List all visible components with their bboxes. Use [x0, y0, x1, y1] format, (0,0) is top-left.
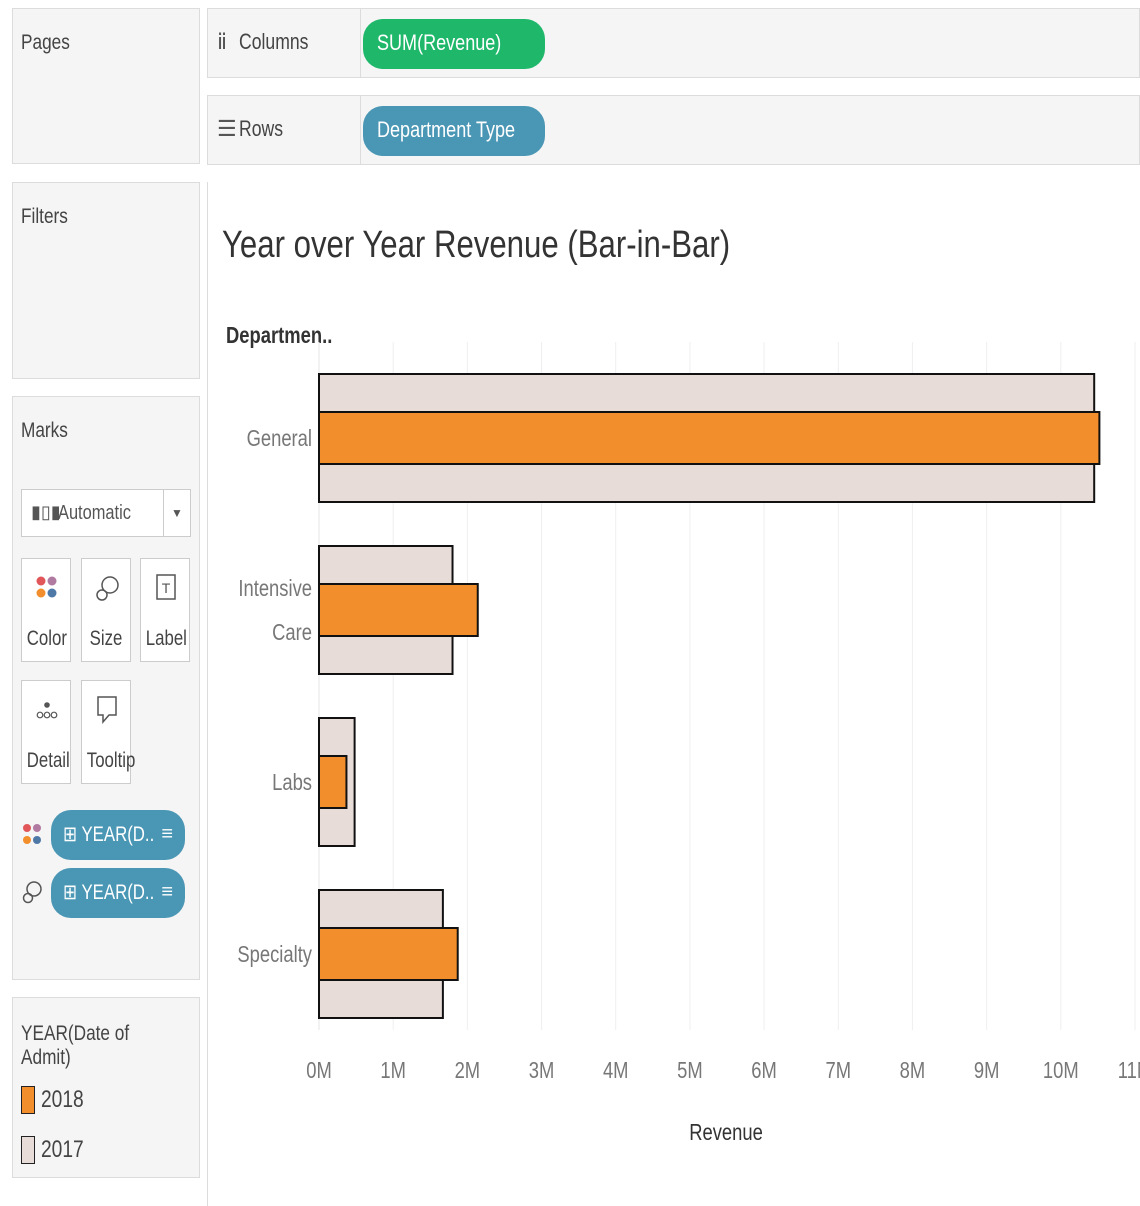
- size-label: Size: [89, 627, 123, 650]
- svg-text:T: T: [162, 580, 171, 596]
- color-legend-panel: YEAR(Date of Admit) 2018 2017: [12, 997, 200, 1178]
- x-tick-label: 11M: [1118, 1058, 1140, 1083]
- legend-swatch: [21, 1136, 35, 1164]
- x-tick-label: 3M: [529, 1058, 555, 1083]
- columns-label: Columns: [239, 29, 309, 54]
- x-tick-label: 2M: [455, 1058, 481, 1083]
- columns-icon: ⅱ: [217, 29, 228, 54]
- rows-shelf[interactable]: ☰ Rows Department Type: [207, 95, 1140, 165]
- color-field-text: ⊞ YEAR(D..: [63, 823, 155, 846]
- category-label: General: [247, 426, 312, 451]
- detail-label: Detail: [26, 749, 70, 772]
- label-button[interactable]: T Label: [140, 558, 190, 662]
- x-tick-label: 0M: [306, 1058, 332, 1083]
- tooltip-icon: [97, 696, 117, 725]
- rows-icon: ☰: [217, 116, 237, 141]
- size-field-pill[interactable]: ⊞ YEAR(D.. ≡: [51, 868, 185, 918]
- columns-shelf[interactable]: ⅱ Columns SUM(Revenue): [207, 8, 1140, 78]
- label-label: Label: [145, 627, 187, 650]
- color-dots-icon: [36, 576, 57, 598]
- rows-shelf-label: ☰ Rows: [208, 96, 361, 164]
- x-tick-label: 6M: [751, 1058, 777, 1083]
- x-tick-label: 5M: [677, 1058, 703, 1083]
- columns-shelf-label: ⅱ Columns: [208, 9, 361, 77]
- department-type-pill[interactable]: Department Type: [363, 106, 545, 156]
- bar-2018-labs: [318, 755, 348, 809]
- sort-icon: ≡: [161, 823, 173, 845]
- bar-2018-specialty: [318, 927, 459, 981]
- sort-icon: ≡: [161, 881, 173, 903]
- bar-2018-general: [318, 411, 1101, 465]
- detail-icon: [36, 702, 58, 719]
- marks-title: Marks: [21, 419, 68, 442]
- chart-area: Year over Year Revenue (Bar-in-Bar) Depa…: [207, 182, 1140, 1206]
- x-tick-label: 1M: [380, 1058, 406, 1083]
- mark-type-dropdown[interactable]: ▮▯▮ Automatic ▼: [21, 489, 191, 537]
- rows-label: Rows: [239, 116, 284, 141]
- color-label: Color: [26, 627, 67, 650]
- bar-chart-icon: ▮▯▮: [31, 502, 61, 522]
- marks-panel: Marks ▮▯▮ Automatic ▼ Color Size T Label: [12, 396, 200, 980]
- color-button[interactable]: Color: [21, 558, 71, 662]
- bar-2018-intensive-care: [318, 583, 479, 637]
- size-icon: [22, 881, 42, 904]
- size-button[interactable]: Size: [81, 558, 131, 662]
- tooltip-label: Tooltip: [86, 749, 136, 772]
- detail-button[interactable]: Detail: [21, 680, 71, 784]
- x-tick-label: 7M: [825, 1058, 851, 1083]
- bar-chart: General Intensive Care Labs Specialty 0M 1M 2M 3…: [237, 342, 1140, 1146]
- category-label: Labs: [272, 770, 312, 795]
- filters-panel[interactable]: Filters: [12, 182, 200, 379]
- chevron-down-icon[interactable]: ▼: [163, 490, 190, 536]
- pages-title: Pages: [21, 31, 70, 54]
- x-axis-title: Revenue: [689, 1120, 763, 1145]
- legend-title: YEAR(Date of Admit): [21, 1022, 130, 1069]
- color-field-pill[interactable]: ⊞ YEAR(D.. ≡: [51, 810, 185, 860]
- legend-swatch: [21, 1086, 35, 1114]
- category-label: Specialty: [237, 942, 312, 967]
- text-label-icon: T: [156, 574, 176, 600]
- pages-panel: Pages: [12, 8, 200, 164]
- x-tick-label: 9M: [974, 1058, 1000, 1083]
- x-tick-label: 10M: [1043, 1058, 1079, 1083]
- legend-label: 2017: [41, 1136, 84, 1163]
- filters-title: Filters: [21, 205, 68, 228]
- sum-revenue-pill[interactable]: SUM(Revenue): [363, 19, 545, 69]
- color-dots-icon: [23, 824, 41, 844]
- legend-label: 2018: [41, 1086, 84, 1113]
- tooltip-button[interactable]: Tooltip: [81, 680, 136, 784]
- category-label: Intensive: [238, 576, 312, 601]
- x-tick-label: 4M: [603, 1058, 629, 1083]
- x-tick-label: 8M: [900, 1058, 926, 1083]
- size-icon: [96, 576, 119, 601]
- size-field-text: ⊞ YEAR(D..: [63, 881, 155, 904]
- mark-type-value: Automatic: [58, 502, 131, 524]
- category-label: Care: [272, 620, 312, 645]
